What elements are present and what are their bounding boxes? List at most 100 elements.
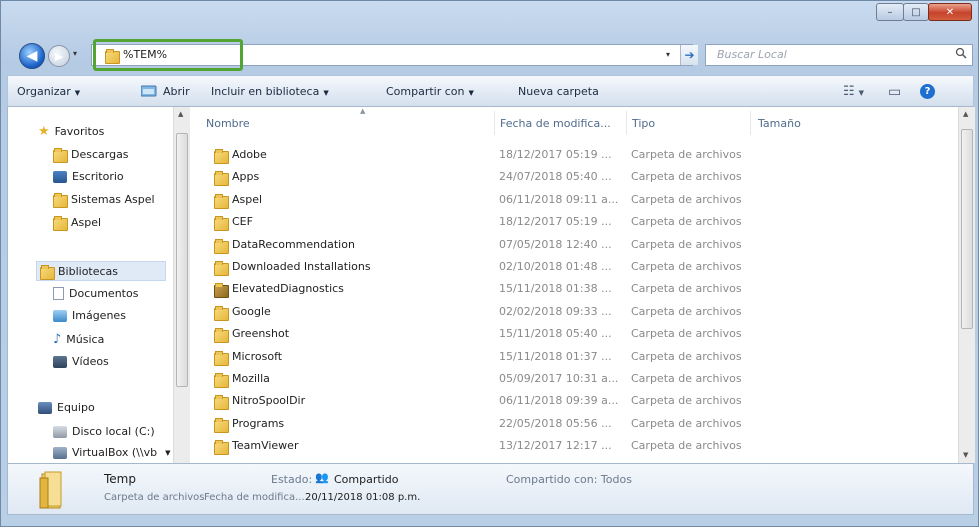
- file-row[interactable]: Programs 22/05/2018 05:56 ... Carpeta de a…: [192, 413, 952, 435]
- folder-icon: [214, 305, 229, 321]
- share-with-menu[interactable]: Compartir con ▼: [386, 85, 474, 98]
- recent-pages-button[interactable]: ▾: [73, 49, 77, 58]
- navigation-pane: ★ Favoritos Descargas Escritorio Sistema…: [8, 107, 171, 463]
- file-type: Carpeta de archivos: [631, 349, 742, 363]
- sidebar-item-pictures[interactable]: Imágenes: [53, 309, 126, 322]
- sidebar-item-virtualbox[interactable]: VirtualBox (\\vb ▼: [53, 446, 170, 459]
- back-button[interactable]: ◀: [19, 43, 45, 69]
- file-name: Programs: [232, 416, 285, 430]
- file-name: Aspel: [232, 192, 263, 206]
- state-label: Estado:: [271, 473, 313, 486]
- scroll-up-arrow-icon[interactable]: ▲: [178, 110, 183, 118]
- file-date: 24/07/2018 05:40 ...: [499, 170, 612, 184]
- file-row[interactable]: Greenshot 15/11/2018 05:40 ... Carpeta de …: [192, 323, 952, 345]
- view-options-button[interactable]: ☷ ▼: [843, 84, 864, 99]
- file-date: 06/11/2018 09:11 a...: [499, 192, 619, 206]
- folder-icon: [214, 440, 229, 456]
- file-list-scroll-thumb[interactable]: [961, 129, 973, 329]
- forward-button[interactable]: ▶: [48, 45, 70, 67]
- folder-icon: [214, 216, 229, 232]
- address-dropdown-button[interactable]: ▾: [666, 50, 670, 59]
- scroll-down-arrow-icon[interactable]: ▼: [963, 451, 968, 459]
- open-button[interactable]: Abrir: [163, 85, 190, 98]
- file-type: Carpeta de archivos: [631, 148, 742, 161]
- column-separator[interactable]: [626, 111, 627, 135]
- file-type: Carpeta de archivos: [631, 304, 742, 318]
- sort-indicator-icon: ▲: [360, 107, 366, 115]
- file-name: CEF: [232, 215, 253, 229]
- star-icon: ★: [38, 124, 50, 139]
- sidebar-item-documents[interactable]: Documentos: [53, 287, 138, 300]
- file-row[interactable]: Mozilla 05/09/2017 10:31 a... Carpeta de a…: [192, 368, 952, 390]
- close-button[interactable]: ✕: [928, 3, 972, 21]
- sidebar-item-videos[interactable]: Vídeos: [53, 355, 109, 368]
- column-header-type[interactable]: Tipo: [632, 117, 655, 130]
- selected-item-name: Temp: [104, 472, 136, 486]
- network-drive-icon: [53, 446, 67, 459]
- file-row[interactable]: Aspel 06/11/2018 09:11 a... Carpeta de arc…: [192, 189, 952, 211]
- folder-icon: [214, 283, 229, 299]
- music-icon: ♪: [53, 332, 62, 347]
- file-name: Google: [232, 304, 271, 318]
- file-row[interactable]: TeamViewer 13/12/2017 12:17 ... Carpeta de…: [192, 435, 952, 457]
- sidebar-item-downloads[interactable]: Descargas: [53, 148, 129, 163]
- sidebar-item-sistemas-aspel[interactable]: Sistemas Aspel: [53, 193, 155, 208]
- column-header-size[interactable]: Tamaño: [758, 117, 801, 130]
- search-icon[interactable]: [955, 47, 967, 62]
- minimize-button[interactable]: –: [876, 3, 904, 21]
- column-separator[interactable]: [494, 111, 495, 135]
- file-row[interactable]: Google 02/02/2018 09:33 ... Carpeta de arc…: [192, 301, 952, 323]
- sidebar-favorites[interactable]: ★ Favoritos: [38, 124, 104, 139]
- organize-menu[interactable]: Organizar ▼: [17, 85, 80, 98]
- file-date: 18/12/2017 05:19 ...: [499, 215, 612, 229]
- include-in-library-menu[interactable]: Incluir en biblioteca ▼: [211, 85, 329, 98]
- help-button[interactable]: ?: [920, 84, 935, 99]
- search-placeholder: Buscar Local: [717, 48, 787, 61]
- file-row[interactable]: CEF 18/12/2017 05:19 ... Carpeta de archiv…: [192, 211, 952, 233]
- sidebar-item-desktop[interactable]: Escritorio: [53, 170, 124, 183]
- preview-pane-icon: ▭: [888, 84, 902, 100]
- file-row[interactable]: Downloaded Installations 02/10/2018 01:48…: [192, 256, 952, 278]
- file-date: 06/11/2018 09:39 a...: [499, 394, 619, 408]
- sidebar-computer[interactable]: Equipo: [38, 401, 95, 414]
- maximize-button[interactable]: □: [903, 3, 929, 21]
- column-header-date[interactable]: Fecha de modifica...: [500, 117, 611, 130]
- file-row[interactable]: Adobe 18/12/2017 05:19 ... Carpeta de arch…: [192, 144, 952, 166]
- file-type: Carpeta de archivos: [631, 192, 742, 206]
- folder-icon: [214, 171, 229, 187]
- file-row[interactable]: Apps 24/07/2018 05:40 ... Carpeta de archi…: [192, 166, 952, 188]
- file-row[interactable]: Microsoft 15/11/2018 01:37 ... Carpeta de …: [192, 346, 952, 368]
- file-row[interactable]: DataRecommendation 07/05/2018 12:40 ... Ca…: [192, 234, 952, 256]
- new-folder-button[interactable]: Nueva carpeta: [518, 85, 599, 98]
- shared-users-icon: 👥: [315, 471, 329, 484]
- go-button[interactable]: ➔: [680, 45, 698, 65]
- back-arrow-icon: ◀: [26, 48, 38, 64]
- file-name: Mozilla: [232, 372, 270, 385]
- navigation-scroll-thumb[interactable]: [176, 133, 188, 387]
- file-name: TeamViewer: [232, 439, 299, 453]
- file-type: Carpeta de archivos: [631, 215, 742, 229]
- sidebar-item-aspel[interactable]: Aspel: [53, 216, 101, 231]
- file-name: NitroSpoolDir: [232, 394, 306, 408]
- file-row[interactable]: ElevatedDiagnostics 15/11/2018 01:38 ... C…: [192, 278, 952, 300]
- sidebar-item-music[interactable]: ♪ Música: [53, 332, 104, 347]
- folder-icon: [214, 149, 229, 164]
- expand-arrow-icon[interactable]: ▼: [165, 449, 170, 457]
- large-folder-icon: [39, 471, 62, 509]
- file-row[interactable]: NitroSpoolDir 06/11/2018 09:39 a... Carpet…: [192, 390, 952, 412]
- file-date: 02/10/2018 01:48 ...: [499, 260, 612, 273]
- sidebar-libraries[interactable]: Bibliotecas: [36, 261, 166, 281]
- column-header-name[interactable]: Nombre: [206, 117, 250, 130]
- sidebar-item-local-disk[interactable]: Disco local (C:): [53, 425, 155, 438]
- file-type: Carpeta de archivos: [631, 372, 742, 385]
- file-name: Apps: [232, 170, 260, 184]
- folder-icon: [214, 261, 229, 276]
- file-type: Carpeta de archivos: [631, 394, 742, 408]
- scroll-up-arrow-icon[interactable]: ▲: [963, 110, 968, 118]
- folder-icon: [214, 238, 229, 254]
- file-date: 15/11/2018 01:38 ...: [499, 282, 612, 296]
- preview-pane-button[interactable]: ▭: [888, 84, 901, 100]
- details-pane: Temp Estado: 👥 Compartido Compartido con…: [7, 463, 974, 515]
- content-area: ★ Favoritos Descargas Escritorio Sistema…: [7, 107, 975, 463]
- column-separator[interactable]: [750, 111, 751, 135]
